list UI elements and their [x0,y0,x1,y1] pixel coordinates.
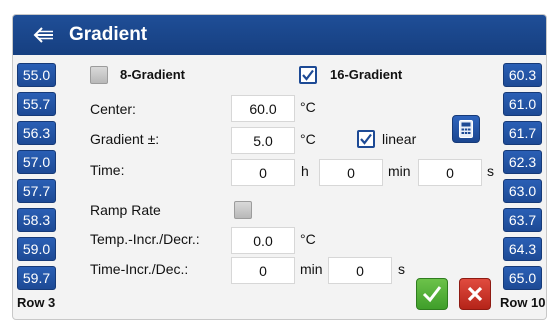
time-minutes-unit: min [388,163,411,179]
linear-label: linear [382,131,417,147]
left-row-value-3[interactable]: 56.3 [17,121,56,145]
center-label: Center: [90,101,136,117]
right-row-value-8[interactable]: 65.0 [503,266,542,290]
time-incr-label: Time-Incr./Dec.: [90,261,189,277]
check-icon [360,133,372,145]
left-row-value-1[interactable]: 55.0 [17,63,56,87]
time-incr-seconds-unit: s [398,261,405,277]
eight-gradient-checkbox[interactable] [90,66,108,84]
left-row-value-7[interactable]: 59.0 [17,237,56,261]
eight-gradient-label: 8-Gradient [120,67,186,82]
left-row-value-4[interactable]: 57.0 [17,150,56,174]
right-row-value-7[interactable]: 64.3 [503,237,542,261]
linear-checkbox[interactable] [357,130,375,148]
right-row-value-1[interactable]: 60.3 [503,63,542,87]
close-icon [467,286,483,302]
ok-button[interactable] [416,278,448,310]
check-icon [302,69,314,81]
ramp-rate-label: Ramp Rate [90,202,161,218]
gradient-unit: °C [300,131,316,147]
right-row-value-4[interactable]: 62.3 [503,150,542,174]
time-incr-seconds-input[interactable]: 0 [328,257,392,284]
time-hours-input[interactable]: 0 [231,159,295,186]
left-row-label: Row 3 [17,295,56,310]
left-row-value-8[interactable]: 59.7 [17,266,56,290]
right-row-value-6[interactable]: 63.7 [503,208,542,232]
center-unit: °C [300,99,316,115]
temp-incr-label: Temp.-Incr./Decr.: [90,231,200,247]
right-row-label: Row 10 [500,295,546,310]
page-title: Gradient [69,24,148,45]
time-hours-unit: h [301,163,309,179]
right-row-value-3[interactable]: 61.7 [503,121,542,145]
temp-incr-input[interactable]: 0.0 [231,227,295,254]
time-incr-minutes-unit: min [300,261,323,277]
title-bar: Gradient [13,15,546,55]
check-icon [422,286,442,303]
time-seconds-input[interactable]: 0 [418,159,482,186]
left-row-value-5[interactable]: 57.7 [17,179,56,203]
gradient-dialog: Gradient 55.0 55.7 56.3 57.0 57.7 58.3 5… [12,14,547,320]
left-row-value-2[interactable]: 55.7 [17,92,56,116]
gradient-input[interactable]: 5.0 [231,127,295,154]
cancel-button[interactable] [459,278,491,310]
time-seconds-unit: s [487,163,494,179]
sixteen-gradient-label: 16-Gradient [330,67,403,82]
right-row-value-5[interactable]: 63.0 [503,179,542,203]
back-arrow-icon[interactable] [33,27,63,43]
ramp-rate-checkbox[interactable] [234,201,252,219]
sixteen-gradient-checkbox[interactable] [299,66,317,84]
time-label: Time: [90,162,125,178]
right-row-value-2[interactable]: 61.0 [503,92,542,116]
left-row-value-6[interactable]: 58.3 [17,208,56,232]
time-incr-minutes-input[interactable]: 0 [231,257,295,284]
calculator-icon [459,120,473,138]
calculator-button[interactable] [452,115,480,143]
temp-incr-unit: °C [300,231,316,247]
gradient-label: Gradient ±: [90,131,160,147]
center-input[interactable]: 60.0 [231,95,295,122]
time-minutes-input[interactable]: 0 [319,159,383,186]
